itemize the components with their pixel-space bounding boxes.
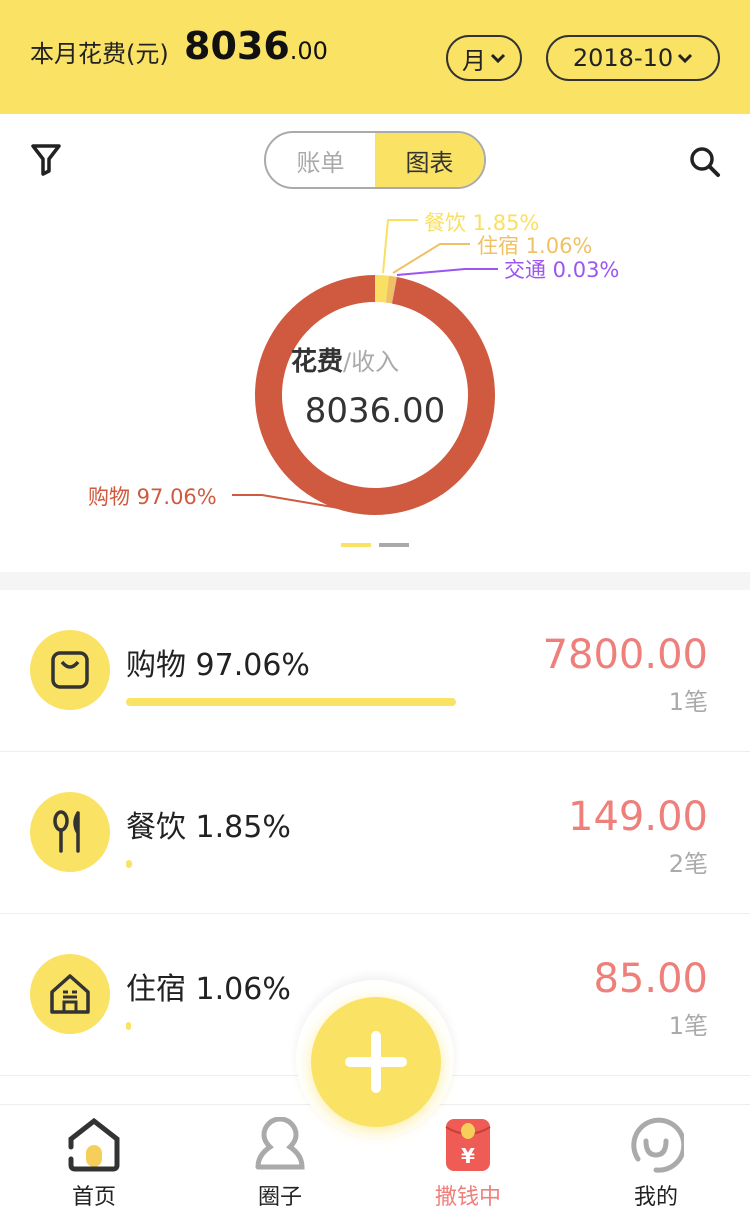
- page-dot[interactable]: [379, 543, 409, 547]
- red-envelope-icon: ¥: [445, 1119, 491, 1171]
- search-icon[interactable]: [688, 145, 722, 179]
- center-value: 8036.00: [305, 391, 446, 431]
- tab-label: 撒钱中: [434, 1185, 501, 1210]
- divider: [0, 572, 750, 590]
- category-name: 购物 97.06%: [126, 648, 310, 683]
- house-icon: [30, 954, 110, 1034]
- tab-label: 圈子: [257, 1185, 302, 1210]
- person-icon: [255, 1117, 305, 1170]
- period-value: 月: [462, 46, 486, 75]
- month-select[interactable]: 2018-10: [546, 35, 720, 81]
- amount-integer: 8036: [184, 24, 290, 68]
- tab-label: 首页: [71, 1185, 116, 1210]
- category-count: 2笔: [668, 850, 708, 878]
- center-subtitle: /收入: [343, 348, 399, 376]
- add-record-button[interactable]: [311, 997, 441, 1127]
- home-icon: [68, 1117, 120, 1172]
- slice-label-transport: 交通 0.03%: [504, 258, 619, 282]
- tab-bill[interactable]: 账单: [266, 133, 375, 187]
- slice-label-dining: 餐饮 1.85%: [424, 211, 539, 235]
- category-count: 1笔: [668, 688, 708, 716]
- expense-donut-chart: 花费 /收入 8036.00 餐饮 1.85% 住宿 1.06% 交通 0.03…: [88, 211, 619, 515]
- tab-mine[interactable]: 我的: [596, 1117, 716, 1211]
- center-title: 花费: [291, 347, 343, 377]
- category-progress: [126, 860, 133, 868]
- filter-icon[interactable]: [30, 143, 62, 177]
- category-amount: 7800.00: [542, 632, 708, 678]
- svg-text:¥: ¥: [461, 1144, 475, 1168]
- header: 本月花费(元) 8036.00 月 2018-10: [0, 0, 750, 114]
- period-select[interactable]: 月: [446, 35, 522, 81]
- slice-label-lodging: 住宿 1.06%: [477, 234, 592, 258]
- tab-circle[interactable]: 圈子: [220, 1117, 340, 1211]
- category-name: 餐饮 1.85%: [126, 810, 291, 845]
- tab-label: 我的: [633, 1185, 678, 1210]
- view-toggle: 账单 图表: [264, 131, 486, 189]
- smile-icon: [631, 1117, 684, 1173]
- label-line-dining: [382, 219, 418, 274]
- tab-red-envelope[interactable]: ¥ 撒钱中: [408, 1117, 528, 1211]
- month-value: 2018-10: [572, 44, 674, 72]
- shopping-bag-icon: [30, 630, 110, 710]
- chevron-down-icon: [490, 53, 506, 64]
- category-progress: [126, 1022, 131, 1030]
- category-row[interactable]: 购物 97.06% 7800.00 1笔: [0, 590, 750, 752]
- category-count: 1笔: [668, 1012, 708, 1040]
- chevron-down-icon: [678, 53, 693, 64]
- category-amount: 149.00: [568, 794, 708, 840]
- label-line-transport: [396, 268, 498, 276]
- page-dot-active[interactable]: [341, 543, 371, 547]
- amount-decimal: .00: [289, 37, 328, 65]
- category-amount: 85.00: [593, 956, 708, 1002]
- tab-home[interactable]: 首页: [34, 1117, 154, 1211]
- tab-chart[interactable]: 图表: [375, 133, 484, 187]
- category-progress: [126, 698, 456, 706]
- category-row[interactable]: 餐饮 1.85% 149.00 2笔: [0, 752, 750, 914]
- plus-icon: [345, 1031, 407, 1093]
- month-spend-label: 本月花费(元): [30, 40, 169, 68]
- month-spend-amount: 8036.00: [184, 24, 328, 68]
- utensils-icon: [30, 792, 110, 872]
- category-name: 住宿 1.06%: [126, 972, 291, 1007]
- slice-label-shopping: 购物 97.06%: [88, 485, 217, 509]
